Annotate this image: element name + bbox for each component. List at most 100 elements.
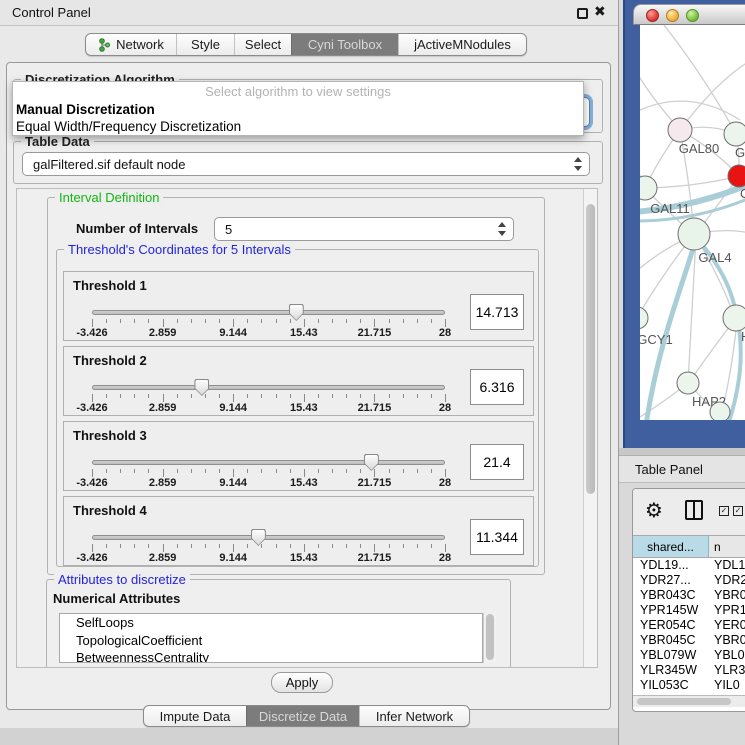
- zoom-traffic-light[interactable]: [686, 9, 699, 22]
- attribute-list-item[interactable]: BetweennessCentrality: [60, 649, 482, 663]
- numerical-attributes-list[interactable]: SelfLoopsTopologicalCoefficientBetweenne…: [59, 613, 483, 663]
- gear-icon[interactable]: ⚙: [645, 498, 663, 522]
- cell-name[interactable]: YPR1: [709, 603, 745, 618]
- slider-track[interactable]: [92, 460, 445, 465]
- table-row[interactable]: YDR27...YDR2: [633, 573, 745, 588]
- table-row[interactable]: YER054CYER0: [633, 618, 745, 633]
- checkbox-icon[interactable]: ✓: [733, 506, 743, 516]
- close-icon[interactable]: ✖: [594, 3, 606, 20]
- table-row[interactable]: YLR345WYLR3: [633, 663, 745, 678]
- network-node-h[interactable]: [723, 305, 745, 331]
- table-row[interactable]: YBR043CYBR0: [633, 588, 745, 603]
- checkbox-icon[interactable]: ✓: [719, 506, 729, 516]
- cell-shared-name[interactable]: YBL079W: [633, 648, 709, 663]
- float-window-icon[interactable]: [577, 8, 588, 19]
- table-data-combobox[interactable]: galFiltered.sif default node: [22, 152, 590, 176]
- tick-label: 28: [415, 327, 475, 339]
- attributes-list-scrollbar[interactable]: [483, 613, 496, 663]
- network-node-gal80[interactable]: [668, 118, 692, 142]
- network-view-window: GAL80GCGAL11GAL4GCY1HHAP2: [623, 0, 745, 448]
- scrollbar-thumb[interactable]: [586, 204, 595, 494]
- algorithm-option-manual[interactable]: Manual Discretization: [13, 101, 583, 118]
- network-window-titlebar: [633, 4, 745, 25]
- tab-select[interactable]: Select: [234, 34, 291, 55]
- cell-shared-name[interactable]: YER054C: [633, 618, 709, 633]
- table-panel-title: Table Panel: [635, 462, 703, 477]
- tick-label: -3.426: [62, 477, 122, 489]
- table-row[interactable]: YPR145WYPR1: [633, 603, 745, 618]
- split-columns-icon[interactable]: [685, 500, 703, 520]
- threshold-value-field[interactable]: 11.344: [470, 519, 524, 555]
- network-node-g[interactable]: [724, 122, 745, 146]
- tick-label: 2.859: [133, 327, 193, 339]
- number-of-intervals-combobox[interactable]: 5: [214, 217, 514, 241]
- threshold-value-field[interactable]: 21.4: [470, 444, 524, 480]
- network-graph: GAL80GCGAL11GAL4GCY1HHAP2: [640, 25, 745, 420]
- algorithm-option-equal-width[interactable]: Equal Width/Frequency Discretization: [13, 118, 583, 135]
- network-node[interactable]: [710, 402, 730, 420]
- interval-definition-label: Interval Definition: [55, 190, 163, 205]
- cell-shared-name[interactable]: YPR145W: [633, 603, 709, 618]
- cell-name[interactable]: YLR3: [709, 663, 745, 678]
- threshold-value-field[interactable]: 6.316: [470, 369, 524, 405]
- tab-jactivemnodules[interactable]: jActiveMNodules: [398, 34, 526, 55]
- apply-button[interactable]: Apply: [271, 672, 333, 693]
- vertical-scrollbar[interactable]: [583, 189, 597, 668]
- network-node-gcy1[interactable]: [640, 307, 648, 329]
- table-data-label: Table Data: [21, 134, 94, 149]
- cell-name[interactable]: YER0: [709, 618, 745, 633]
- tab-style[interactable]: Style: [176, 34, 234, 55]
- table-row[interactable]: YIL053CYIL0: [633, 678, 745, 693]
- tab-impute-data[interactable]: Impute Data: [144, 706, 246, 726]
- threshold-1-box: Threshold 1-3.4262.8599.14415.4321.71528…: [63, 271, 534, 341]
- tab-network[interactable]: Network: [86, 34, 176, 55]
- control-panel-titlebar: Control Panel ✖: [0, 0, 618, 26]
- network-node-gal4[interactable]: [678, 218, 710, 250]
- table-row[interactable]: YDL19...YDL1: [633, 558, 745, 573]
- cell-shared-name[interactable]: YDR27...: [633, 573, 709, 588]
- table-row[interactable]: YBL079WYBL0: [633, 648, 745, 663]
- table-row[interactable]: YBR045CYBR0: [633, 633, 745, 648]
- node-label: GAL4: [698, 250, 731, 265]
- network-node-gal11[interactable]: [640, 176, 657, 200]
- tab-cyni-toolbox[interactable]: Cyni Toolbox: [291, 34, 398, 55]
- threshold-value-field[interactable]: 14.713: [470, 294, 524, 330]
- cell-name[interactable]: YBL0: [709, 648, 745, 663]
- panel-divider[interactable]: [619, 448, 745, 456]
- tab-infer-network[interactable]: Infer Network: [359, 706, 469, 726]
- minimize-traffic-light[interactable]: [666, 9, 679, 22]
- tick-label: 15.43: [274, 477, 334, 489]
- close-traffic-light[interactable]: [646, 9, 659, 22]
- cell-shared-name[interactable]: YBR045C: [633, 633, 709, 648]
- cell-name[interactable]: YIL0: [709, 678, 745, 693]
- horizontal-scrollbar[interactable]: [633, 695, 745, 707]
- tick-label: -3.426: [62, 402, 122, 414]
- cell-name[interactable]: YBR0: [709, 588, 745, 603]
- cell-name[interactable]: YBR0: [709, 633, 745, 648]
- cell-name[interactable]: YDL1: [709, 558, 745, 573]
- table-column-name[interactable]: n: [709, 536, 745, 557]
- cell-name[interactable]: YDR2: [709, 573, 745, 588]
- table-column-shared[interactable]: shared...: [633, 536, 709, 557]
- tab-label: Cyni Toolbox: [308, 37, 382, 52]
- network-node-hap2[interactable]: [677, 372, 699, 394]
- node-label: GAL11: [650, 201, 690, 216]
- attribute-list-item[interactable]: TopologicalCoefficient: [60, 632, 482, 650]
- network-canvas[interactable]: GAL80GCGAL11GAL4GCY1HHAP2: [640, 25, 745, 420]
- tab-discretize-data[interactable]: Discretize Data: [246, 706, 359, 726]
- cell-shared-name[interactable]: YBR043C: [633, 588, 709, 603]
- attribute-list-item[interactable]: SelfLoops: [60, 614, 482, 632]
- tab-label: Infer Network: [376, 709, 453, 724]
- top-tab-bar: NetworkStyleSelect Cyni Toolbox jActiveMNo…: [85, 33, 527, 56]
- cell-shared-name[interactable]: YIL053C: [633, 678, 709, 693]
- slider-track[interactable]: [92, 535, 445, 540]
- slider-track[interactable]: [92, 385, 445, 390]
- scrollbar-thumb[interactable]: [637, 698, 731, 705]
- tick-label: 15.43: [274, 402, 334, 414]
- network-node-c[interactable]: [728, 165, 745, 187]
- cell-shared-name[interactable]: YLR345W: [633, 663, 709, 678]
- attributes-group-label: Attributes to discretize: [54, 572, 190, 587]
- cell-shared-name[interactable]: YDL19...: [633, 558, 709, 573]
- slider-track[interactable]: [92, 310, 445, 315]
- combo-stepper-icon: [573, 157, 583, 171]
